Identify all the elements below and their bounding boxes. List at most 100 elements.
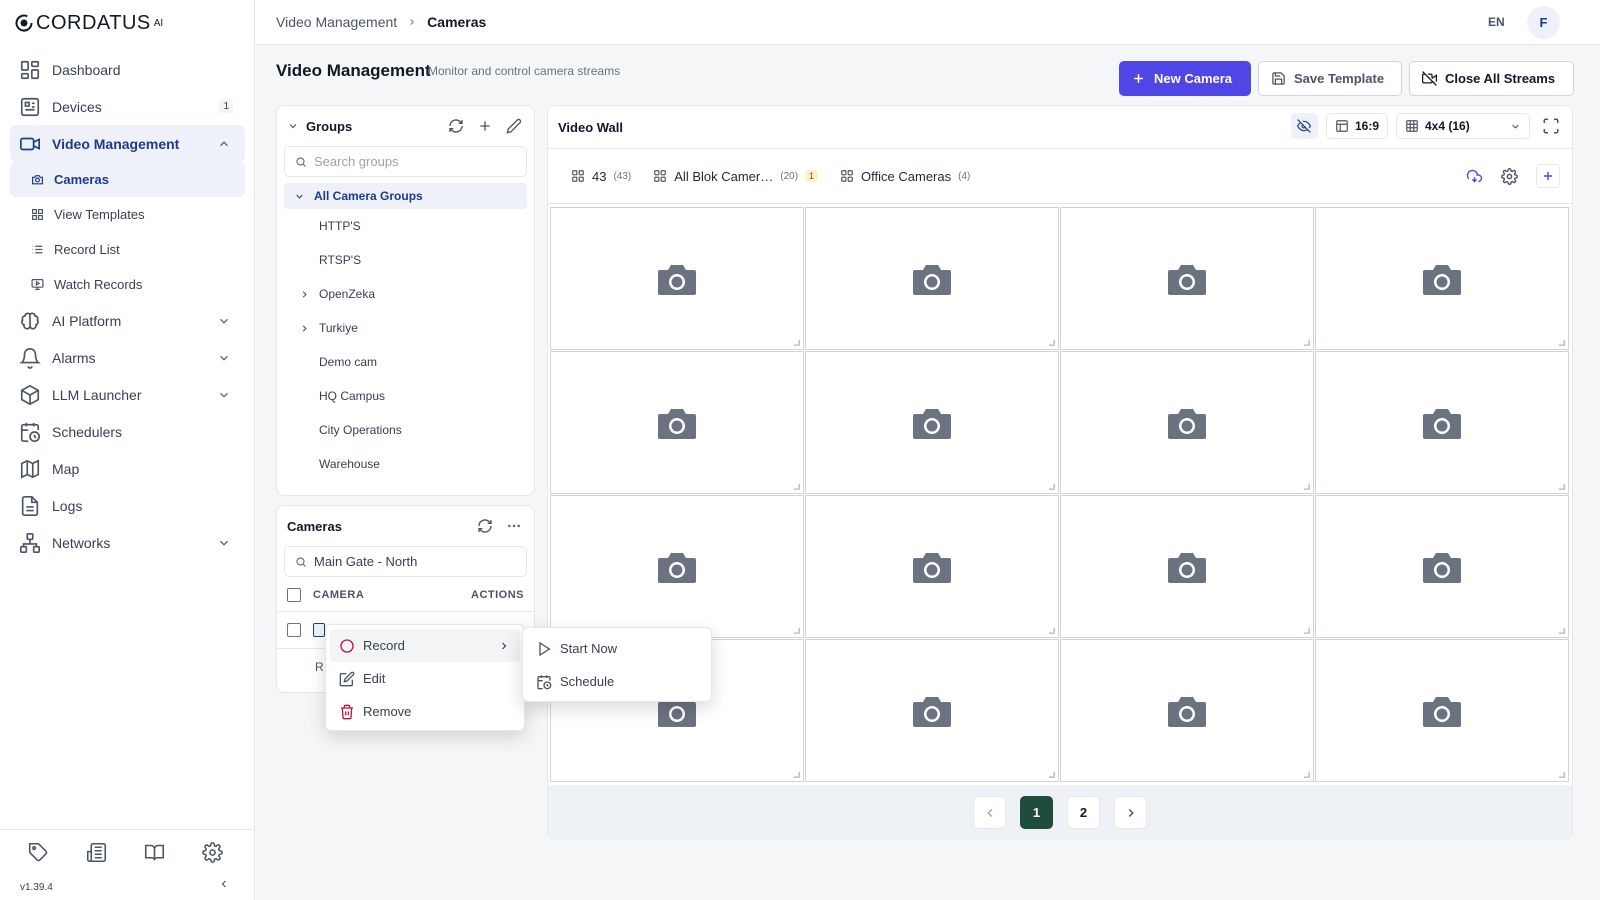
group-item[interactable]: RTSP'S	[277, 243, 534, 277]
refresh-icon[interactable]	[477, 518, 493, 534]
resize-handle-icon[interactable]	[1558, 627, 1565, 634]
camera-tile[interactable]	[1060, 639, 1314, 782]
chevron-right-icon[interactable]	[299, 323, 310, 334]
resize-handle-icon[interactable]	[1048, 339, 1055, 346]
chevron-down-icon[interactable]	[217, 536, 231, 550]
sidebar-item-ai-platform[interactable]: AI Platform	[10, 302, 245, 339]
resize-handle-icon[interactable]	[1558, 771, 1565, 778]
chevron-down-icon[interactable]	[294, 191, 305, 202]
group-item[interactable]: HQ Campus	[277, 379, 534, 413]
resize-handle-icon[interactable]	[793, 339, 800, 346]
prev-page-button[interactable]	[973, 796, 1006, 829]
view-tab[interactable]: 43 (43)	[571, 169, 631, 184]
sidebar-item-alarms[interactable]: Alarms	[10, 339, 245, 376]
search-cameras-input[interactable]: Main Gate - North	[284, 546, 527, 577]
chevron-down-icon[interactable]	[217, 351, 231, 365]
camera-tile[interactable]	[1060, 351, 1314, 494]
camera-tile[interactable]	[550, 351, 804, 494]
menu-item-record[interactable]: Record	[330, 629, 520, 662]
chevron-down-icon[interactable]	[217, 314, 231, 328]
sidebar-subitem-view-templates[interactable]: View Templates	[10, 197, 245, 232]
resize-handle-icon[interactable]	[793, 483, 800, 490]
page-button[interactable]: 1	[1020, 796, 1053, 829]
chevron-down-icon[interactable]	[287, 120, 299, 132]
sidebar-item-map[interactable]: Map	[10, 450, 245, 487]
chevron-up-icon[interactable]	[217, 137, 231, 151]
toggle-visibility-button[interactable]	[1290, 113, 1318, 139]
sidebar-item-llm-launcher[interactable]: LLM Launcher	[10, 376, 245, 413]
menu-item-remove[interactable]: Remove	[330, 695, 520, 728]
chevron-right-icon[interactable]	[299, 289, 310, 300]
language-switcher[interactable]: EN	[1488, 15, 1505, 29]
resize-handle-icon[interactable]	[1303, 339, 1310, 346]
camera-tile[interactable]	[1315, 495, 1569, 638]
save-template-button[interactable]: Save Template	[1258, 61, 1402, 96]
sidebar-item-schedulers[interactable]: Schedulers	[10, 413, 245, 450]
sidebar-subitem-watch-records[interactable]: Watch Records	[10, 267, 245, 302]
add-view-button[interactable]	[1536, 164, 1560, 188]
next-page-button[interactable]	[1114, 796, 1147, 829]
resize-handle-icon[interactable]	[1303, 771, 1310, 778]
sidebar-item-video-management[interactable]: Video Management	[10, 125, 245, 162]
fullscreen-icon[interactable]	[1542, 117, 1560, 135]
row-checkbox[interactable]	[287, 623, 301, 637]
camera-tile[interactable]	[1315, 351, 1569, 494]
sidebar-item-logs[interactable]: Logs	[10, 487, 245, 524]
camera-tile[interactable]	[805, 351, 1059, 494]
refresh-icon[interactable]	[448, 118, 464, 134]
camera-tile[interactable]	[805, 495, 1059, 638]
camera-tile[interactable]	[1060, 207, 1314, 350]
aspect-ratio-button[interactable]: 16:9	[1325, 113, 1388, 139]
resize-handle-icon[interactable]	[1048, 483, 1055, 490]
gear-icon[interactable]	[202, 842, 223, 863]
sidebar-subitem-cameras[interactable]: Cameras	[10, 162, 245, 197]
column-header-camera[interactable]: CAMERA	[313, 589, 364, 601]
sidebar-subitem-record-list[interactable]: Record List	[10, 232, 245, 267]
menu-item-edit[interactable]: Edit	[330, 662, 520, 695]
select-all-checkbox[interactable]	[287, 588, 301, 602]
resize-handle-icon[interactable]	[1303, 627, 1310, 634]
camera-tile[interactable]	[1315, 639, 1569, 782]
avatar[interactable]: F	[1527, 6, 1560, 39]
search-groups-input[interactable]: Search groups	[284, 146, 527, 177]
page-button[interactable]: 2	[1067, 796, 1100, 829]
resize-handle-icon[interactable]	[1558, 483, 1565, 490]
cloud-sync-icon[interactable]	[1466, 168, 1483, 185]
more-horizontal-icon[interactable]	[506, 518, 522, 534]
close-all-streams-button[interactable]: Close All Streams	[1409, 61, 1574, 96]
camera-tile[interactable]	[805, 639, 1059, 782]
camera-tile[interactable]	[1315, 207, 1569, 350]
group-item[interactable]: City Operations	[277, 413, 534, 447]
gear-icon[interactable]	[1501, 167, 1518, 185]
new-camera-button[interactable]: New Camera	[1119, 61, 1251, 96]
breadcrumb-item[interactable]: Video Management	[276, 14, 397, 30]
group-all-camera-groups[interactable]: All Camera Groups	[284, 183, 527, 209]
sidebar-item-networks[interactable]: Networks	[10, 524, 245, 561]
book-icon[interactable]	[144, 842, 165, 863]
collapse-sidebar-icon[interactable]	[218, 878, 230, 890]
newspaper-icon[interactable]	[86, 842, 107, 863]
tag-icon[interactable]	[28, 842, 49, 863]
menu-item-schedule[interactable]: Schedule	[527, 665, 707, 698]
resize-handle-icon[interactable]	[1558, 339, 1565, 346]
sidebar-item-devices[interactable]: Devices 1	[10, 88, 245, 125]
grid-layout-select[interactable]: 4x4 (16)	[1396, 113, 1530, 139]
group-item[interactable]: Turkiye	[277, 311, 534, 345]
view-tab[interactable]: All Blok Camer… (20) 1	[653, 169, 819, 184]
camera-tile[interactable]	[805, 207, 1059, 350]
resize-handle-icon[interactable]	[793, 771, 800, 778]
resize-handle-icon[interactable]	[1303, 483, 1310, 490]
group-item[interactable]: Demo cam	[277, 345, 534, 379]
resize-handle-icon[interactable]	[1048, 771, 1055, 778]
group-item[interactable]: Warehouse	[277, 447, 534, 481]
group-item[interactable]: HTTP'S	[277, 209, 534, 243]
brand-logo[interactable]: CORDATUS AI	[14, 12, 163, 34]
plus-icon[interactable]	[477, 118, 493, 134]
group-item[interactable]: OpenZeka	[277, 277, 534, 311]
resize-handle-icon[interactable]	[793, 627, 800, 634]
camera-tile[interactable]	[1060, 495, 1314, 638]
menu-item-start-now[interactable]: Start Now	[527, 632, 707, 665]
camera-tile[interactable]	[550, 495, 804, 638]
camera-tile[interactable]	[550, 207, 804, 350]
resize-handle-icon[interactable]	[1048, 627, 1055, 634]
